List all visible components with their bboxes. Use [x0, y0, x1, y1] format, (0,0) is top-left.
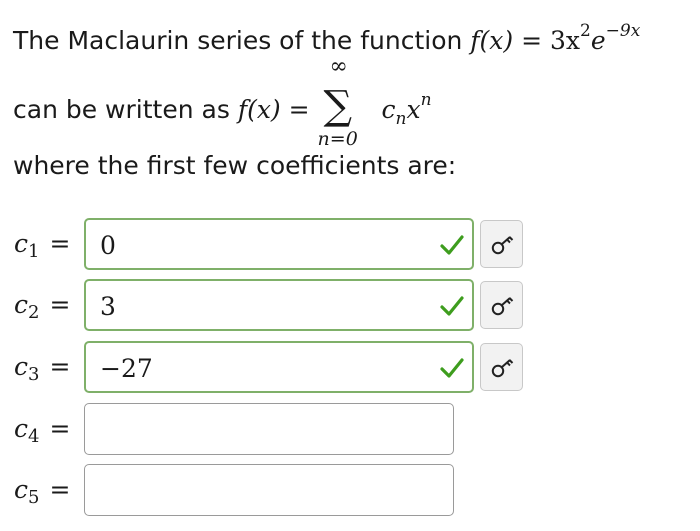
coef-row-5: c5 =	[0, 463, 700, 519]
key-icon	[491, 359, 514, 378]
check-icon	[440, 296, 464, 316]
sum-term-exp: n	[420, 90, 432, 110]
intro-line-2: can be written as f(x) = ∑ ∞ n=0 cnxn	[13, 54, 432, 150]
sum-lower-limit: n=0	[317, 128, 358, 150]
func-coef: 3x	[550, 26, 581, 55]
answer-input-5[interactable]	[84, 464, 454, 516]
func-square: 2	[580, 21, 591, 41]
coef-row-4: c4 =	[0, 402, 700, 458]
answer-value-1: 0	[100, 231, 116, 260]
sum-term-sub: n	[395, 109, 407, 129]
coef-label-3: c3 =	[14, 352, 71, 385]
sum-equals: =	[288, 95, 310, 124]
coef-row-2: c2 = 3	[0, 278, 700, 334]
coef-row-3: c3 = −27	[0, 340, 700, 396]
func-lhs: f(x)	[470, 26, 514, 55]
answer-value-3: −27	[100, 354, 153, 383]
equals-sign: =	[521, 26, 543, 55]
summation: ∑ ∞ n=0	[318, 54, 368, 150]
check-icon	[440, 235, 464, 255]
coef-label-4: c4 =	[14, 414, 71, 447]
key-button-1[interactable]	[480, 220, 523, 268]
check-icon	[440, 358, 464, 378]
intro-text-1: The Maclaurin series of the function	[13, 26, 463, 55]
func-e: e	[590, 26, 606, 55]
key-icon	[491, 297, 514, 316]
sigma-symbol: ∑	[323, 83, 353, 129]
coef-row-1: c1 = 0	[0, 217, 700, 273]
key-button-3[interactable]	[480, 343, 523, 391]
sum-upper-limit: ∞	[329, 54, 348, 79]
answer-input-2[interactable]: 3	[84, 279, 474, 331]
answer-value-2: 3	[100, 292, 116, 321]
sum-term-x: x	[406, 95, 421, 124]
intro-line-3: where the first few coefficients are:	[13, 151, 457, 180]
coef-label-1: c1 =	[14, 229, 71, 262]
answer-input-3[interactable]: −27	[84, 341, 474, 393]
intro-line-1: The Maclaurin series of the function f(x…	[13, 21, 640, 55]
coef-label-5: c5 =	[14, 475, 71, 508]
answer-input-1[interactable]: 0	[84, 218, 474, 270]
sum-lhs: f(x)	[237, 95, 281, 124]
intro-text-2: can be written as	[13, 95, 230, 124]
sum-term-c: c	[381, 95, 396, 124]
answer-input-4[interactable]	[84, 403, 454, 455]
key-icon	[491, 236, 514, 255]
key-button-2[interactable]	[480, 281, 523, 329]
coef-label-2: c2 =	[14, 290, 71, 323]
func-exponent: −9x	[605, 21, 641, 41]
